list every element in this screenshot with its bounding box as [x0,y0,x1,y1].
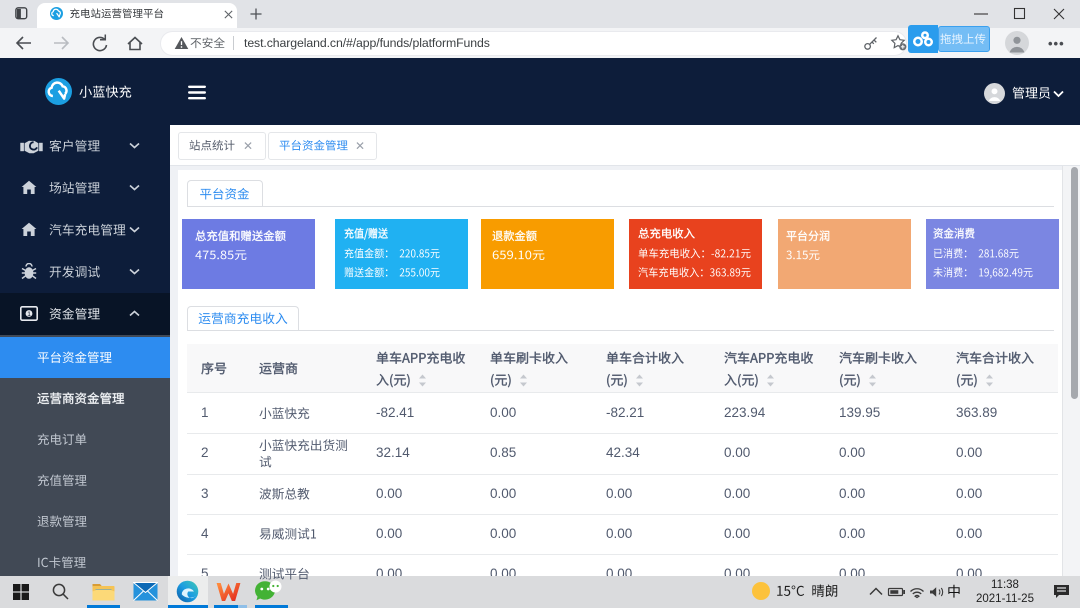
svg-text:1: 1 [27,311,31,318]
